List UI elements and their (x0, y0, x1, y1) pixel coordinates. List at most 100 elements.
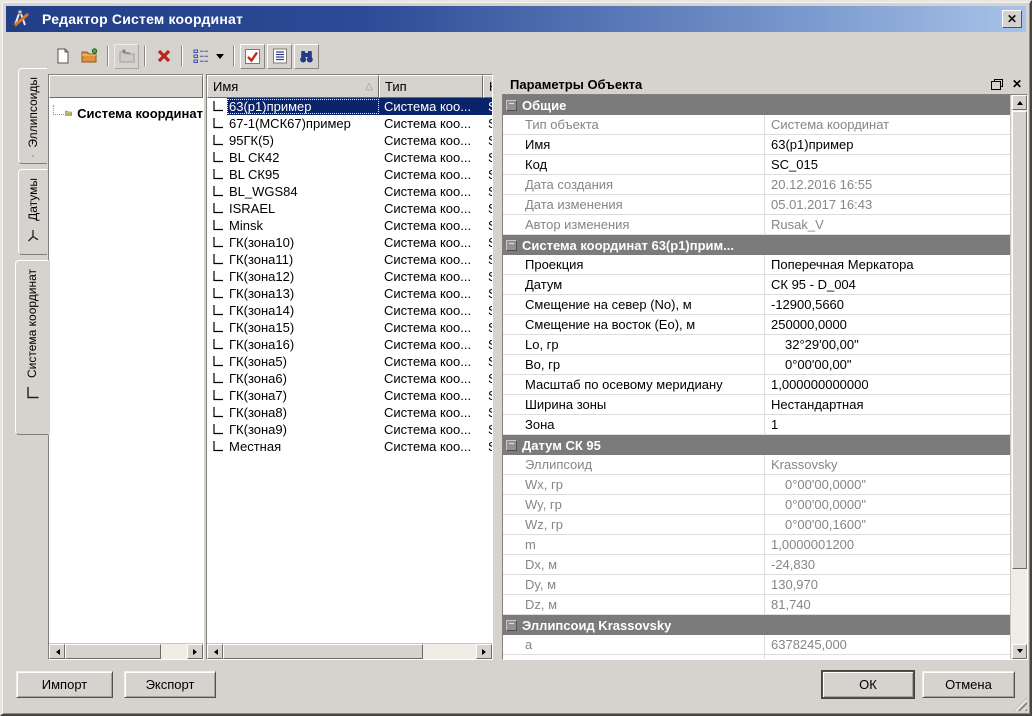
property-row[interactable]: КодSC_015 (503, 155, 1010, 175)
coordinate-system-editor-dialog: Редактор Систем координат ✕ (0, 0, 1032, 716)
section-header[interactable]: −Общие (503, 95, 1010, 115)
list-item[interactable]: 95ГК(5)Система коо...S (207, 132, 492, 149)
scroll-thumb[interactable] (1012, 111, 1027, 569)
find-button[interactable] (294, 44, 319, 69)
list-item-name: BL_WGS84 (227, 184, 379, 199)
scroll-thumb[interactable] (65, 644, 161, 659)
scroll-right-button[interactable] (476, 644, 492, 659)
list-item[interactable]: BL_WGS84Система коо...S (207, 183, 492, 200)
scroll-up-button[interactable] (1012, 95, 1027, 110)
list-item[interactable]: ГК(зона16)Система коо...S (207, 336, 492, 353)
column-header-type[interactable]: Тип (379, 75, 483, 98)
list-item[interactable]: ГК(зона7)Система коо...S (207, 387, 492, 404)
section-header[interactable]: −Система координат 63(p1)прим... (503, 235, 1010, 255)
parent-folder-button[interactable] (114, 44, 139, 69)
property-row[interactable]: Lo, гр32°29'00,00" (503, 335, 1010, 355)
list-item-type: Система коо... (379, 354, 483, 369)
section-header[interactable]: −Эллипсоид Krassovsky (503, 615, 1010, 635)
property-row[interactable]: ДатумСК 95 - D_004 (503, 275, 1010, 295)
property-row[interactable]: Ширина зоныНестандартная (503, 395, 1010, 415)
open-folder-button[interactable] (77, 44, 102, 69)
list-item[interactable]: ГК(зона15)Система коо...S (207, 319, 492, 336)
delete-button[interactable] (151, 44, 176, 69)
collapse-icon[interactable]: − (506, 620, 517, 631)
property-label: Зона (503, 415, 765, 434)
tree-root-item[interactable]: Система координат (49, 104, 203, 122)
tab-ellipsoids[interactable]: Эллипсоиды (18, 68, 47, 164)
property-value[interactable]: -12900,5660 (765, 297, 1010, 312)
close-panel-icon[interactable]: ✕ (1012, 78, 1022, 90)
list-item[interactable]: ГК(зона9)Система коо...S (207, 421, 492, 438)
scroll-thumb[interactable] (223, 644, 423, 659)
column-header-code[interactable]: К (483, 75, 493, 98)
column-header-name[interactable]: Имя △ (207, 75, 379, 98)
property-row[interactable]: ПроекцияПоперечная Меркатора (503, 255, 1010, 275)
property-row[interactable]: Смещение на север (No), м-12900,5660 (503, 295, 1010, 315)
export-button[interactable]: Экспорт (124, 671, 216, 698)
grid-vertical-scrollbar[interactable] (1010, 95, 1027, 659)
property-value[interactable]: 0°00'00,00" (765, 357, 1010, 372)
property-row: Дата создания20.12.2016 16:55 (503, 175, 1010, 195)
property-value[interactable]: 1,000000000000 (765, 377, 1010, 392)
property-value[interactable]: 32°29'00,00" (765, 337, 1010, 352)
new-document-button[interactable] (50, 44, 75, 69)
property-value[interactable]: Поперечная Меркатора (765, 257, 1010, 272)
list-item[interactable]: ГК(зона14)Система коо...S (207, 302, 492, 319)
scroll-left-button[interactable] (49, 644, 65, 659)
tab-coordinate-systems[interactable]: Система координат (15, 260, 48, 435)
property-value[interactable]: 63(p1)пример (765, 137, 1010, 152)
list-item[interactable]: ГК(зона6)Система коо...S (207, 370, 492, 387)
property-row[interactable]: Bo, гр0°00'00,00" (503, 355, 1010, 375)
section-header[interactable]: −Датум СК 95 (503, 435, 1010, 455)
coordinate-axis-icon (211, 236, 224, 249)
property-row[interactable]: Зона1 (503, 415, 1010, 435)
toolbar-separator (107, 46, 109, 66)
property-value[interactable]: Нестандартная (765, 397, 1010, 412)
list-item[interactable]: ГК(зона8)Система коо...S (207, 404, 492, 421)
property-row[interactable]: Смещение на восток (Eo), м250000,0000 (503, 315, 1010, 335)
tree-horizontal-scrollbar[interactable] (49, 643, 203, 659)
list-item[interactable]: BL СК42Система коо...S (207, 149, 492, 166)
property-value[interactable]: 250000,0000 (765, 317, 1010, 332)
list-item[interactable]: BL СК95Система коо...S (207, 166, 492, 183)
property-value[interactable]: 1 (765, 417, 1010, 432)
delete-icon (156, 48, 172, 64)
scroll-left-button[interactable] (207, 644, 223, 659)
collapse-icon[interactable]: − (506, 440, 517, 451)
checkbox-filter-button[interactable] (240, 44, 265, 69)
list-item[interactable]: 67-1(МСК67)примерСистема коо...S (207, 115, 492, 132)
list-item[interactable]: ГК(зона11)Система коо...S (207, 251, 492, 268)
list-item-name: BL СК42 (227, 150, 379, 165)
list-item[interactable]: ISRAELСистема коо...S (207, 200, 492, 217)
list-item[interactable]: ГК(зона5)Система коо...S (207, 353, 492, 370)
scroll-down-button[interactable] (1012, 644, 1027, 659)
ok-button[interactable]: ОК (822, 671, 914, 698)
property-value[interactable]: СК 95 - D_004 (765, 277, 1010, 292)
list-item[interactable]: MinskСистема коо...S (207, 217, 492, 234)
window-close-button[interactable]: ✕ (1002, 10, 1022, 28)
scroll-right-button[interactable] (187, 644, 203, 659)
property-label: Ширина зоны (503, 395, 765, 414)
collapse-icon[interactable]: − (506, 100, 517, 111)
list-item[interactable]: ГК(зона12)Система коо...S (207, 268, 492, 285)
list-item-code: S (483, 337, 492, 352)
tab-datums[interactable]: Датумы (18, 169, 47, 255)
property-value[interactable]: SC_015 (765, 157, 1010, 172)
collapse-icon[interactable]: − (506, 240, 517, 251)
list-item[interactable]: ГК(зона10)Система коо...S (207, 234, 492, 251)
resize-grip[interactable] (1013, 697, 1027, 711)
property-label: a (503, 635, 765, 654)
property-row[interactable]: Масштаб по осевому меридиану1,0000000000… (503, 375, 1010, 395)
list-horizontal-scrollbar[interactable] (207, 643, 492, 659)
list-item[interactable]: 63(p1)примерСистема коо...S (207, 98, 492, 115)
cancel-button[interactable]: Отмена (922, 671, 1015, 698)
text-view-button[interactable] (267, 44, 292, 69)
list-item[interactable]: ГК(зона13)Система коо...S (207, 285, 492, 302)
view-mode-dropdown-icon[interactable] (216, 54, 224, 63)
list-item[interactable]: МестнаяСистема коо...S (207, 438, 492, 455)
float-panel-icon[interactable] (991, 79, 1003, 90)
property-row[interactable]: Имя63(p1)пример (503, 135, 1010, 155)
view-mode-button[interactable] (188, 44, 213, 69)
list-column-header: Имя △ Тип К (207, 75, 492, 98)
import-button[interactable]: Импорт (16, 671, 113, 698)
